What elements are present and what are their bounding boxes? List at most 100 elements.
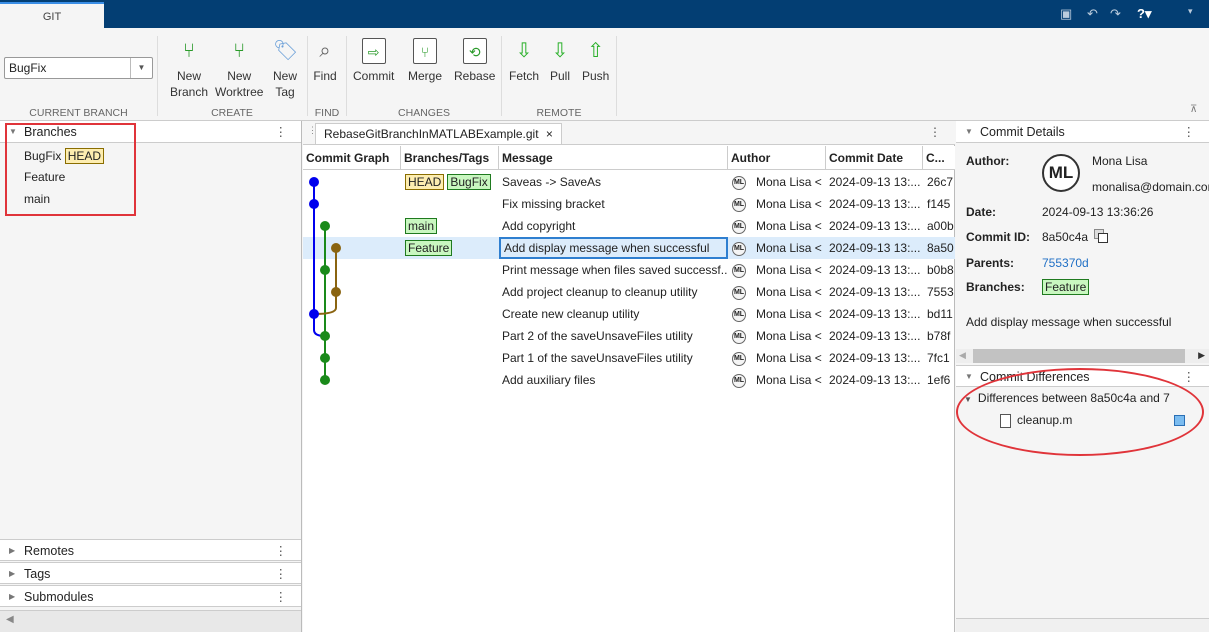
commit-node[interactable] <box>309 199 319 209</box>
find-button[interactable]: ⌕ Find <box>313 38 337 84</box>
collapse-icon[interactable]: ▼ <box>965 121 973 143</box>
branches-label: Branches: <box>966 280 1025 294</box>
message-cell: Part 1 of the saveUnsaveFiles utility <box>502 351 693 365</box>
scroll-right-icon[interactable]: ▶ <box>1198 350 1205 361</box>
commit-node[interactable] <box>309 177 319 187</box>
commit-node[interactable] <box>320 353 330 363</box>
button-label: New <box>227 69 252 83</box>
scroll-left-icon[interactable]: ◀ <box>6 614 14 625</box>
pull-icon: ⇩ <box>551 40 569 62</box>
pull-button[interactable]: ⇩ Pull <box>548 38 572 84</box>
message-cell: Fix missing bracket <box>502 197 605 211</box>
expand-icon[interactable]: ▶ <box>9 563 15 585</box>
chevron-down-icon[interactable]: ▼ <box>130 58 152 78</box>
commit-row[interactable]: Feature Add display message when success… <box>303 237 955 259</box>
avatar-icon: ML <box>732 307 746 322</box>
commit-row[interactable]: Part 1 of the saveUnsaveFiles utility ML… <box>303 347 955 369</box>
title-bar: GIT ▣ ↶ ↷ ?▾ ▾ <box>0 0 1209 28</box>
new-branch-button[interactable]: ⑂ New Branch <box>170 38 208 100</box>
commit-button[interactable]: ⇨ Commit <box>353 38 394 84</box>
horizontal-scrollbar[interactable]: ◀ <box>0 610 301 632</box>
commit-row[interactable]: Add project cleanup to cleanup utility M… <box>303 281 955 303</box>
current-branch-dropdown[interactable]: BugFix ▼ <box>4 57 153 79</box>
copy-icon[interactable] <box>1094 229 1108 243</box>
minimize-toolstrip-icon[interactable]: ⊼ <box>1190 104 1197 115</box>
button-label: Tag <box>275 85 295 99</box>
author-cell: ML Mona Lisa < <box>732 193 826 215</box>
more-options-icon[interactable]: ⋮ <box>275 586 288 608</box>
more-options-icon[interactable]: ⋮ <box>929 125 941 139</box>
commit-node[interactable] <box>331 243 341 253</box>
merge-button[interactable]: ⑂ Merge <box>408 38 442 84</box>
author-cell: ML Mona Lisa < <box>732 215 826 237</box>
column-commit-date[interactable]: Commit Date <box>826 146 923 170</box>
submodules-header[interactable]: ▶ Submodules ⋮ <box>0 585 301 607</box>
scroll-left-icon[interactable]: ◀ <box>959 350 966 361</box>
commit-node[interactable] <box>320 265 330 275</box>
commit-row[interactable]: Fix missing bracket ML Mona Lisa < 2024-0… <box>303 193 955 215</box>
divider <box>157 36 158 116</box>
push-button[interactable]: ⇧ Push <box>582 38 609 84</box>
new-worktree-icon: ⑂ <box>233 40 246 62</box>
button-label: Worktree <box>215 85 264 99</box>
column-commit-id[interactable]: C... <box>923 146 955 170</box>
tags-header[interactable]: ▶ Tags ⋮ <box>0 562 301 584</box>
commit-node[interactable] <box>309 309 319 319</box>
collapse-toolstrip-icon[interactable]: ▾ <box>1188 6 1193 17</box>
author-cell: ML Mona Lisa < <box>732 259 826 281</box>
commit-id: 8a50c4a <box>1042 230 1089 244</box>
expand-icon[interactable]: ▶ <box>9 586 15 608</box>
more-options-icon[interactable]: ⋮ <box>1183 366 1196 388</box>
save-icon[interactable]: ▣ <box>1060 6 1072 22</box>
ref-badge: BugFix <box>447 174 491 190</box>
column-author[interactable]: Author <box>728 146 826 170</box>
branches-tags-cell: Feature <box>405 237 455 259</box>
date-cell: 2024-09-13 13:... <box>829 285 921 299</box>
remotes-title: Remotes <box>24 544 75 558</box>
button-label: Rebase <box>454 69 496 83</box>
avatar-icon: ML <box>732 329 746 344</box>
fetch-button[interactable]: ⇩ Fetch <box>509 38 539 84</box>
commit-row[interactable]: Add auxiliary files ML Mona Lisa < 2024-0… <box>303 369 955 391</box>
more-options-icon[interactable]: ⋮ <box>1183 121 1196 143</box>
parent-link[interactable]: 755370d <box>1042 256 1089 270</box>
column-message[interactable]: Message <box>499 146 728 170</box>
more-options-icon[interactable]: ⋮ <box>275 121 288 143</box>
more-options-icon[interactable]: ⋮ <box>275 540 288 562</box>
undo-icon[interactable]: ↶ <box>1087 6 1098 22</box>
close-icon[interactable]: × <box>546 127 553 141</box>
commit-row[interactable]: Print message when files saved successf.… <box>303 259 955 281</box>
new-worktree-button[interactable]: ⑂ New Worktree <box>215 38 263 100</box>
more-options-icon[interactable]: ⋮ <box>275 563 288 585</box>
help-icon[interactable]: ?▾ <box>1137 6 1151 22</box>
commit-node[interactable] <box>320 375 330 385</box>
redo-icon[interactable]: ↷ <box>1110 6 1121 22</box>
commit-id-cell: 26c7 <box>927 175 954 189</box>
expand-icon[interactable]: ▶ <box>9 540 15 562</box>
commit-details-header[interactable]: ▼ Commit Details ⋮ <box>956 121 1209 143</box>
author-name: Mona Lisa < <box>756 285 822 299</box>
commit-id-cell: 7fc1 <box>927 351 950 365</box>
commit-row[interactable]: Part 2 of the saveUnsaveFiles utility ML… <box>303 325 955 347</box>
commit-icon: ⇨ <box>361 38 386 64</box>
commit-row[interactable]: HEAD BugFix Saveas -> SaveAs ML Mona Lisa … <box>303 171 955 193</box>
button-label: New <box>273 69 298 83</box>
commit-node[interactable] <box>331 287 341 297</box>
column-branches-tags[interactable]: Branches/Tags <box>401 146 499 170</box>
remotes-header[interactable]: ▶ Remotes ⋮ <box>0 539 301 561</box>
collapse-icon[interactable]: ▼ <box>965 366 973 388</box>
commit-node[interactable] <box>320 331 330 341</box>
rebase-button[interactable]: ⟲ Rebase <box>454 38 495 84</box>
author-name: Mona Lisa < <box>756 219 822 233</box>
horizontal-scrollbar[interactable]: ◀ ▶ <box>956 349 1209 363</box>
divider <box>307 36 308 116</box>
scrollbar-thumb[interactable] <box>973 349 1185 363</box>
tab-git[interactable]: GIT <box>0 2 104 28</box>
divider <box>501 36 502 116</box>
message-cell: Add copyright <box>502 219 576 233</box>
commit-row[interactable]: main Add copyright ML Mona Lisa < 2024-09… <box>303 215 955 237</box>
new-tag-button[interactable]: 🏷 New Tag <box>273 38 298 100</box>
commit-row[interactable]: Create new cleanup utility ML Mona Lisa <… <box>303 303 955 325</box>
status-bar <box>956 618 1209 632</box>
commit-node[interactable] <box>320 221 330 231</box>
